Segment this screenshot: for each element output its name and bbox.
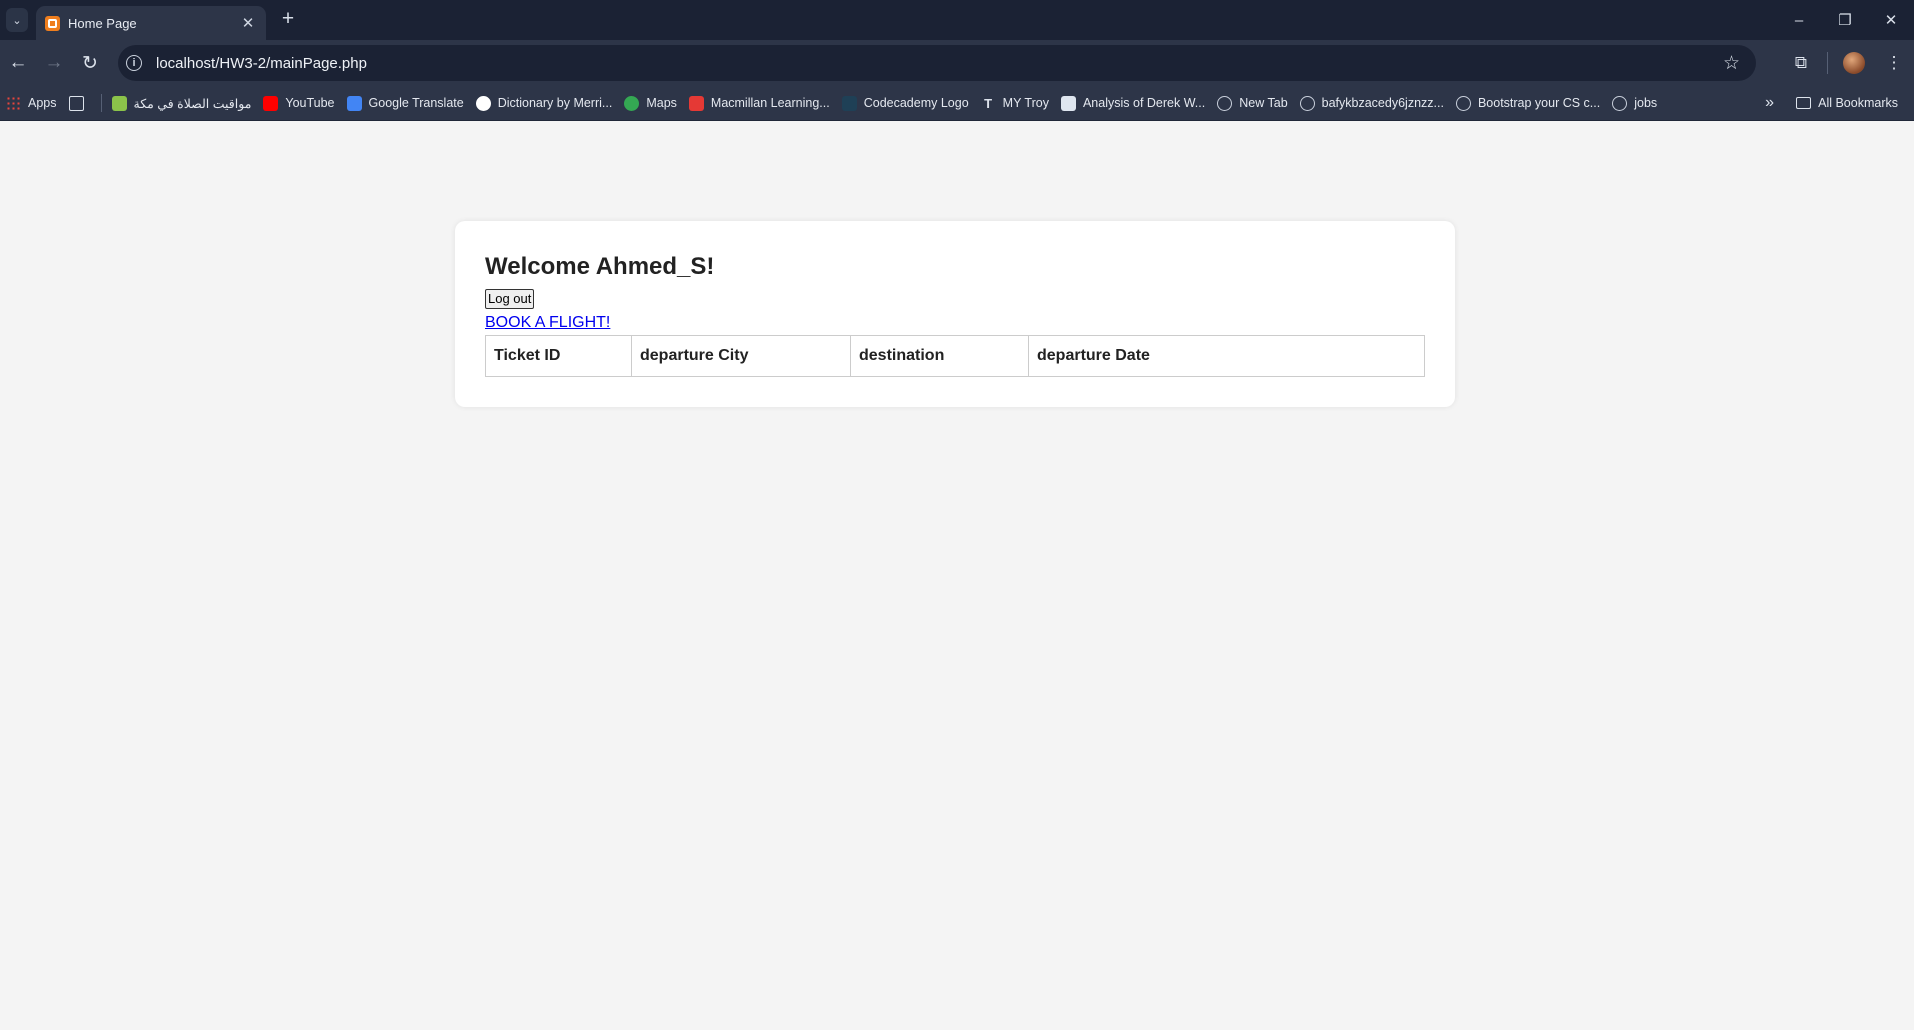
bookmark-label: bafykbzacedy6jznzz... (1321, 96, 1444, 110)
close-window-icon[interactable]: ✕ (1868, 0, 1914, 40)
tab-home-page[interactable]: Home Page ✕ (36, 6, 266, 40)
bookmark-label: Dictionary by Merri... (497, 96, 613, 110)
avatar (1843, 52, 1865, 74)
bookmark-item[interactable]: Google Translate (341, 90, 470, 116)
tab-strip: ⌄ Home Page ✕ + – ❐ ✕ (0, 0, 1914, 40)
bookmark-item[interactable]: Analysis of Derek W... (1055, 90, 1211, 116)
toolbar-divider (1827, 52, 1828, 74)
bookmark-label: Google Translate (368, 96, 464, 110)
main-card: Welcome Ahmed_S! Log out BOOK A FLIGHT! … (455, 221, 1455, 407)
apps-grid-icon (6, 95, 21, 111)
bookmark-item[interactable]: T MY Troy (975, 90, 1055, 116)
tab-search-chevron-icon[interactable]: ⌄ (6, 8, 28, 32)
forward-arrow-icon[interactable]: → (36, 45, 72, 81)
table-header-row: Ticket ID departure City destination dep… (485, 335, 1425, 377)
bookmark-label: Codecademy Logo (863, 96, 969, 110)
address-bar[interactable]: i localhost/HW3-2/mainPage.php ☆ (118, 45, 1756, 81)
codecademy-icon (841, 95, 857, 111)
restore-icon[interactable]: ❐ (1822, 0, 1868, 40)
header-destination: destination (850, 335, 1029, 377)
bookmark-label: Macmillan Learning... (710, 96, 830, 110)
bookmark-label: Apps (28, 96, 57, 110)
bookmark-item[interactable]: مواقيت الصلاة في مكة (106, 90, 258, 116)
bookmark-item[interactable]: jobs (1606, 90, 1663, 116)
bookmark-label: jobs (1634, 96, 1658, 110)
bookmark-label: MY Troy (1002, 96, 1049, 110)
welcome-heading: Welcome Ahmed_S! (485, 253, 715, 280)
header-departure-city: departure City (631, 335, 851, 377)
bookmarks-overflow-chevron-icon[interactable]: » (1765, 90, 1774, 116)
bookmark-item[interactable]: YouTube (257, 90, 340, 116)
minimize-icon[interactable]: – (1776, 0, 1822, 40)
bookmarks-bar: Apps مواقيت الصلاة في مكة YouTube Google Tr… (0, 86, 1914, 121)
merriam-webster-icon (475, 95, 491, 111)
logout-button[interactable]: Log out (485, 289, 535, 309)
globe-icon (1455, 95, 1471, 111)
toolbar-right: ⧉ ⋮ (1781, 45, 1914, 81)
bookmark-item[interactable]: Dictionary by Merri... (470, 90, 619, 116)
tab-groups-icon (68, 95, 84, 111)
all-bookmarks-button[interactable]: All Bookmarks (1790, 90, 1904, 116)
bookmark-item[interactable]: Macmillan Learning... (683, 90, 836, 116)
document-icon (1060, 95, 1076, 111)
extensions-puzzle-icon[interactable]: ⧉ (1781, 45, 1821, 81)
macmillan-icon (688, 95, 704, 111)
bookmark-label: Maps (646, 96, 677, 110)
bookmark-label: Bootstrap your CS c... (1477, 96, 1601, 110)
url-text[interactable]: localhost/HW3-2/mainPage.php (156, 55, 1723, 72)
bookmark-item[interactable] (63, 90, 97, 116)
bookmark-label: YouTube (285, 96, 335, 110)
bookmark-item[interactable]: bafykbzacedy6jznzz... (1294, 90, 1450, 116)
xampp-favicon-icon (45, 15, 60, 31)
more-menu-icon[interactable]: ⋮ (1874, 45, 1914, 81)
profile-avatar[interactable] (1834, 45, 1874, 81)
tickets-table: Ticket ID departure City destination dep… (485, 335, 1425, 377)
browser-toolbar: ← → ↻ i localhost/HW3-2/mainPage.php ☆ ⧉… (0, 40, 1914, 86)
tab-title: Home Page (68, 15, 137, 31)
bookmark-item[interactable]: Apps (0, 90, 63, 116)
globe-icon (1299, 95, 1315, 111)
bookmarks-divider (100, 94, 102, 112)
bookmark-item[interactable]: Codecademy Logo (836, 90, 975, 116)
book-flight-link[interactable]: BOOK A FLIGHT! (485, 313, 1425, 333)
bookmark-star-icon[interactable]: ☆ (1723, 52, 1740, 75)
folder-icon (1796, 97, 1812, 109)
globe-icon (1612, 95, 1628, 111)
bookmark-label: Analysis of Derek W... (1082, 96, 1206, 110)
new-tab-plus-icon[interactable]: + (276, 8, 300, 32)
bookmark-label: مواقيت الصلاة في مكة (133, 96, 252, 111)
youtube-icon (263, 95, 279, 111)
header-ticket-id: Ticket ID (485, 335, 632, 377)
all-bookmarks-label: All Bookmarks (1818, 96, 1898, 110)
troy-t-icon: T (984, 95, 993, 111)
header-departure-date: departure Date (1028, 335, 1425, 377)
bookmark-label: New Tab (1239, 96, 1288, 110)
maps-pin-icon (624, 95, 640, 111)
mosque-icon (111, 95, 127, 111)
window-controls: – ❐ ✕ (1776, 0, 1914, 40)
back-arrow-icon[interactable]: ← (0, 45, 36, 81)
site-info-icon[interactable]: i (126, 55, 142, 71)
google-translate-icon (346, 95, 362, 111)
bookmark-item[interactable]: Bootstrap your CS c... (1450, 90, 1606, 116)
tab-close-icon[interactable]: ✕ (238, 14, 258, 32)
bookmark-item[interactable]: New Tab (1211, 90, 1293, 116)
reload-icon[interactable]: ↻ (72, 45, 108, 81)
bookmark-item[interactable]: Maps (618, 90, 683, 116)
globe-icon (1217, 95, 1233, 111)
